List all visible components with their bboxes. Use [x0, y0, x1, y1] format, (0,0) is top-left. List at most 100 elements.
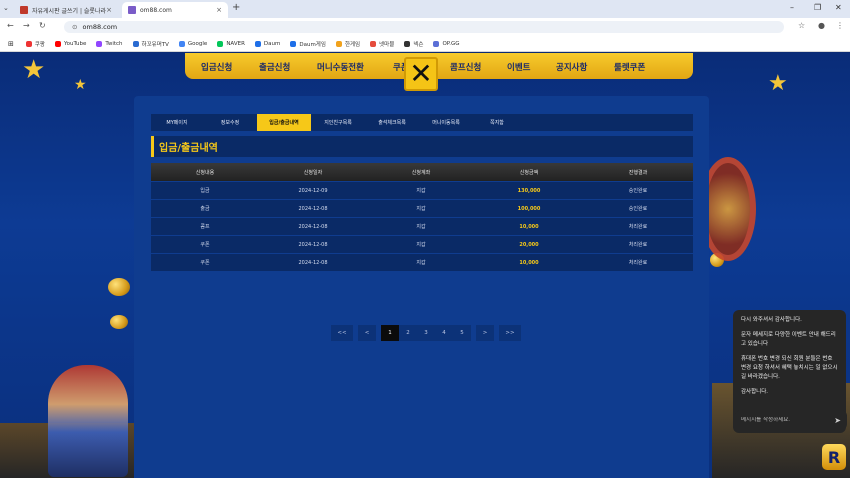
bookmark-item[interactable]: Daum게임 — [290, 40, 326, 48]
forward-icon[interactable]: → — [23, 21, 30, 30]
page-button-5[interactable]: 5 — [453, 325, 471, 341]
tab-search-icon[interactable]: ⌄ — [3, 4, 9, 12]
mypage-tabs: MY페이지 정보수정 입금/출금내역 지인친구목록 출석체크목록 머니이동목록 … — [151, 114, 693, 131]
reload-icon[interactable]: ↻ — [39, 21, 46, 30]
decor-coin-icon — [110, 315, 128, 329]
nav-notice[interactable]: 공지사항 — [556, 61, 587, 73]
row-account: 지갑 — [416, 224, 426, 230]
decor-coin-icon — [108, 278, 130, 296]
chat-logo-letter: R — [827, 447, 841, 467]
bookmark-favicon-icon — [433, 40, 440, 47]
chat-logo-button[interactable]: R — [822, 444, 846, 470]
url-text: om88.com — [82, 23, 118, 31]
bookmark-label: YouTube — [64, 40, 87, 47]
tab-mypage[interactable]: MY페이지 — [151, 114, 203, 131]
chat-message: 다시 와주셔서 감사합니다. — [741, 317, 802, 323]
tab-messages[interactable]: 쪽지함 — [473, 114, 521, 131]
bookmark-item[interactable]: OP.GG — [433, 40, 460, 47]
bookmark-favicon-icon — [25, 40, 32, 47]
minimize-icon[interactable]: – — [790, 3, 794, 12]
bookmark-item[interactable]: Daum — [254, 40, 280, 47]
close-menu-button[interactable]: ✕ — [404, 57, 438, 91]
tab-title: 자유게시판 글쓰기 | 슬롯나라 — [32, 7, 106, 15]
bookmarks-bar: ⊞ 쿠팡 YouTube Twitch 하꼬유머TV Google NAVER … — [0, 36, 850, 52]
bookmark-item[interactable]: NAVER — [217, 40, 245, 47]
bookmark-item[interactable]: 넥슨 — [404, 40, 423, 48]
table-row: 입금 2024-12-09 지갑 130,000 승인완료 — [151, 181, 693, 199]
bookmark-label: Twitch — [105, 40, 123, 47]
tab-profile-edit[interactable]: 정보수정 — [203, 114, 257, 131]
decor-star-icon: ★ — [74, 77, 87, 93]
table-row: 쿠폰 2024-12-08 지갑 10,000 처리완료 — [151, 253, 693, 271]
page-button-2[interactable]: 2 — [399, 325, 417, 341]
back-icon[interactable]: ← — [7, 21, 14, 30]
bookmark-favicon-icon — [290, 40, 297, 47]
page-first-button[interactable]: << — [331, 325, 353, 341]
bookmark-item[interactable]: 쿠팡 — [25, 40, 45, 48]
row-account: 지갑 — [416, 260, 426, 266]
decor-character-image — [48, 365, 128, 477]
new-tab-icon[interactable]: + — [232, 2, 240, 13]
nav-event[interactable]: 이벤트 — [507, 61, 530, 73]
apps-grid-icon[interactable]: ⊞ — [8, 40, 14, 48]
menu-dots-icon[interactable]: ⋮ — [836, 21, 844, 30]
bookmark-item[interactable]: Twitch — [96, 40, 123, 47]
column-header: 신청내용 — [195, 169, 215, 176]
page-prev-button[interactable]: < — [358, 325, 376, 341]
send-icon[interactable]: ➤ — [834, 416, 841, 425]
page-last-button[interactable]: >> — [499, 325, 521, 341]
page-button-1[interactable]: 1 — [381, 325, 399, 341]
window-close-icon[interactable]: ✕ — [835, 3, 842, 12]
nav-comp[interactable]: 콤프신청 — [450, 61, 481, 73]
page-button-3[interactable]: 3 — [417, 325, 435, 341]
chat-message: 감사합니다. — [741, 389, 769, 395]
bookmark-favicon-icon — [404, 40, 411, 47]
tab-attendance-list[interactable]: 출석체크목록 — [365, 114, 419, 131]
browser-tab-1[interactable]: om88.com × — [122, 2, 228, 18]
tab-deposit-withdraw-history[interactable]: 입금/출금내역 — [257, 114, 311, 131]
row-date: 2024-12-08 — [298, 205, 328, 212]
row-status: 승인완료 — [628, 188, 648, 194]
bookmark-item[interactable]: 한게임 — [335, 40, 360, 48]
decor-star-icon: ★ — [22, 55, 46, 85]
tab-close-icon[interactable]: × — [106, 6, 112, 14]
tab-money-move-list[interactable]: 머니이동목록 — [419, 114, 473, 131]
row-status: 처리완료 — [628, 242, 648, 248]
nav-roulette-coupon[interactable]: 룰렛쿠폰 — [614, 61, 645, 73]
row-type: 출금 — [200, 206, 210, 212]
bookmark-favicon-icon — [370, 40, 377, 47]
tab-title: om88.com — [140, 6, 172, 14]
nav-deposit[interactable]: 입금신청 — [201, 61, 232, 73]
bookmark-item[interactable]: YouTube — [55, 40, 87, 47]
chat-input[interactable] — [741, 417, 831, 423]
site-info-icon[interactable]: ⊙ — [72, 23, 77, 31]
column-header: 신청금액 — [519, 169, 539, 176]
row-type: 입금 — [200, 188, 210, 194]
bookmark-label: 쿠팡 — [34, 41, 45, 48]
maximize-icon[interactable]: ❐ — [814, 3, 821, 12]
table-row: 콤프 2024-12-08 지갑 10,000 처리완료 — [151, 217, 693, 235]
bookmark-item[interactable]: 하꼬유머TV — [132, 40, 169, 48]
browser-tab-0[interactable]: 자유게시판 글쓰기 | 슬롯나라 × — [14, 2, 118, 18]
nav-withdraw[interactable]: 출금신청 — [259, 61, 290, 73]
bookmark-label: 넥슨 — [413, 41, 424, 48]
bookmark-favicon-icon — [55, 40, 61, 47]
page-button-4[interactable]: 4 — [435, 325, 453, 341]
tab-friends-list[interactable]: 지인친구목록 — [311, 114, 365, 131]
bookmark-item[interactable]: 넷마블 — [370, 40, 394, 48]
bookmark-item[interactable]: Google — [178, 40, 208, 47]
url-field[interactable]: ⊙ om88.com — [64, 21, 784, 33]
main-nav: 입금신청 출금신청 머니수동전환 쿠폰 콤프신청 이벤트 공지사항 룰렛쿠폰 — [185, 53, 693, 79]
table-row: 쿠폰 2024-12-08 지갑 20,000 처리완료 — [151, 235, 693, 253]
column-header: 신청일자 — [303, 169, 323, 176]
bookmark-star-icon[interactable]: ☆ — [798, 21, 805, 30]
tab-close-icon[interactable]: × — [216, 6, 222, 14]
row-amount: 130,000 — [517, 187, 541, 194]
page-next-button[interactable]: > — [476, 325, 494, 341]
row-type: 콤프 — [200, 224, 210, 230]
profile-icon[interactable]: ● — [818, 21, 825, 30]
page-viewport: ★ ★ ★ 입금신청 출금신청 머니수동전환 쿠폰 콤프신청 이벤트 공지사항 … — [0, 53, 850, 478]
row-date: 2024-12-08 — [298, 259, 328, 266]
bookmark-label: Google — [187, 40, 208, 47]
nav-money-transfer[interactable]: 머니수동전환 — [317, 61, 364, 73]
